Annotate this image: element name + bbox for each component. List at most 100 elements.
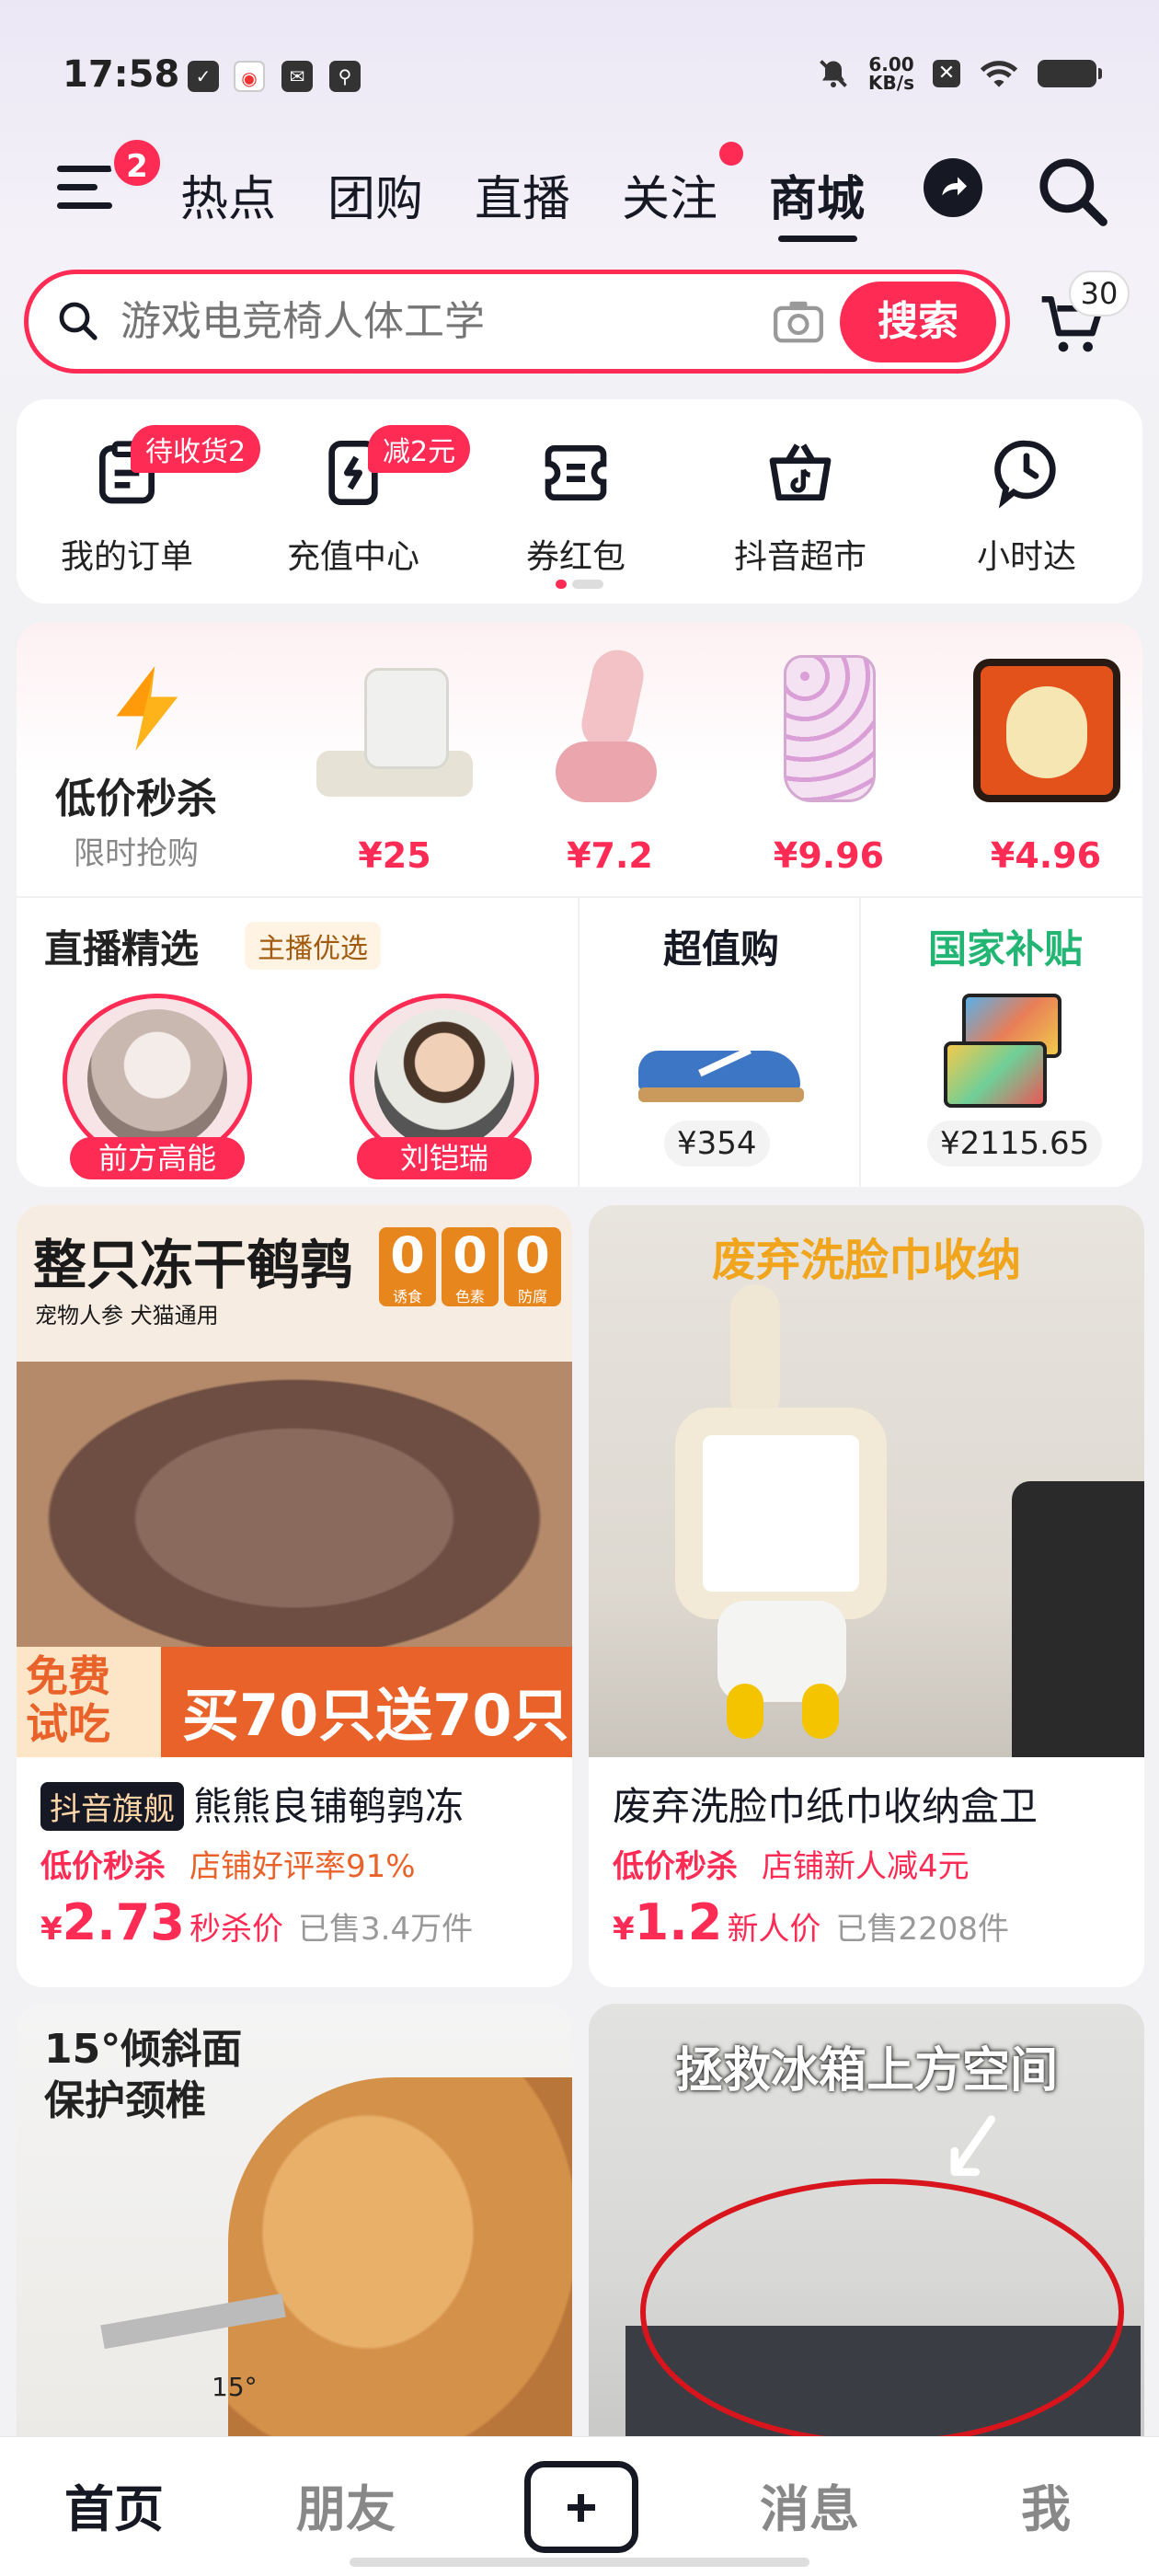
tab-hot[interactable]: 热点 bbox=[180, 160, 276, 229]
shortcut-label: 我的订单 bbox=[60, 538, 193, 576]
feeder-tank-shape bbox=[364, 668, 449, 769]
pillow-image bbox=[958, 650, 1133, 815]
shortcut-recharge[interactable]: 充值中心 减2元 bbox=[261, 425, 471, 578]
pet-feeder-image bbox=[307, 650, 482, 815]
shortcut-supermarket[interactable]: 抖音超市 bbox=[708, 436, 892, 578]
banner-line: 15°倾斜面 bbox=[44, 2026, 243, 2073]
search-button[interactable]: 搜索 bbox=[840, 282, 996, 362]
banner-title: 15°倾斜面 保护颈椎 bbox=[44, 2024, 242, 2127]
clock-icon bbox=[994, 440, 1056, 509]
flash-product[interactable]: ¥4.96 bbox=[949, 650, 1142, 898]
menu-line bbox=[57, 184, 98, 190]
live-anchor[interactable]: 前方高能 bbox=[63, 994, 252, 1183]
shortcut-label: 券红包 bbox=[525, 538, 625, 576]
status-bar: 17:58 ✓ ◉ ✉ ⚲ 6.00 KB/s ✕ bbox=[0, 0, 1159, 120]
anchor-name: 前方高能 bbox=[70, 1137, 245, 1179]
nav-me[interactable]: 我 bbox=[1021, 2468, 1071, 2541]
search-icon[interactable] bbox=[1034, 153, 1113, 232]
nav-friends[interactable]: 朋友 bbox=[296, 2468, 396, 2541]
flash-sale-subtitle: 限时抢购 bbox=[74, 835, 199, 872]
tab-follow[interactable]: 关注 bbox=[622, 160, 717, 229]
share-arrow-icon bbox=[942, 177, 967, 196]
tissue-box-shape bbox=[675, 1408, 887, 1619]
discount-badge: 减2元 bbox=[368, 425, 471, 473]
pillow-face-shape bbox=[1006, 686, 1087, 778]
supermarket-icon bbox=[769, 443, 832, 500]
page-indicator bbox=[556, 580, 603, 589]
price-label: 秒杀价 bbox=[189, 1911, 283, 1948]
live-anchor[interactable]: 刘铠瑞 bbox=[350, 994, 539, 1183]
flash-price: ¥7.2 bbox=[567, 835, 653, 876]
product-price: 2.73 bbox=[62, 1893, 185, 1951]
shortcut-label: 抖音超市 bbox=[733, 538, 866, 576]
flash-sale-tag: 低价秒杀 bbox=[40, 1848, 166, 1885]
tab-mall[interactable]: 商城 bbox=[769, 160, 865, 229]
product-price-row: ¥2.73 秒杀价 已售3.4万件 bbox=[17, 1886, 572, 1951]
value-deals-title[interactable]: 超值购 bbox=[651, 918, 791, 974]
anchor-photo bbox=[374, 1009, 514, 1149]
coupon-icon bbox=[545, 445, 607, 500]
tab-group-buy[interactable]: 团购 bbox=[327, 160, 423, 229]
flash-product[interactable]: ¥25 bbox=[298, 650, 491, 898]
home-indicator bbox=[350, 2558, 809, 2567]
national-subsidy-title[interactable]: 国家补贴 bbox=[900, 918, 1111, 974]
live-picks-tag: 主播优选 bbox=[245, 922, 381, 970]
sim-icon: ✓ bbox=[188, 61, 219, 92]
sneaker-image[interactable] bbox=[638, 1034, 804, 1108]
tab-live[interactable]: 直播 bbox=[475, 160, 570, 229]
promo-text: 买70只送70只 bbox=[182, 1682, 569, 1749]
zero-digit: 0 bbox=[390, 1226, 425, 1284]
currency: ¥ bbox=[613, 1911, 635, 1948]
product-tags: 低价秒杀 店铺新人减4元 bbox=[589, 1832, 1144, 1886]
live-picks-title[interactable]: 直播精选 bbox=[44, 918, 199, 974]
create-plus-button[interactable] bbox=[524, 2461, 638, 2553]
highlight-circle-shape bbox=[640, 2179, 1124, 2445]
hook-shape bbox=[730, 1284, 780, 1422]
flash-product[interactable]: ¥7.2 bbox=[513, 645, 706, 898]
flash-sale-card: 低价秒杀 限时抢购 ¥25 ¥7.2 ¥9.96 ¥4.96 直播精选 主播优选 bbox=[17, 622, 1142, 1187]
pending-delivery-badge: 待收货2 bbox=[131, 425, 261, 473]
bottom-nav: 首页 朋友 消息 我 bbox=[0, 2436, 1159, 2576]
nav-messages[interactable]: 消息 bbox=[760, 2468, 859, 2541]
product-price: 1.2 bbox=[634, 1893, 723, 1951]
shortcut-card: 我的订单 待收货2 充值中心 减2元 券红包 抖音超市 小时达 bbox=[17, 399, 1142, 604]
camera-icon[interactable] bbox=[772, 297, 825, 345]
product-card[interactable]: 整只冻干鹌鹑 宠物人参 犬猫通用 0 诱食 0 色素 0 防腐 免费 试吃 买70只送7… bbox=[17, 1205, 572, 1987]
product-image: 整只冻干鹌鹑 宠物人参 犬猫通用 0 诱食 0 色素 0 防腐 免费 试吃 买70只送7… bbox=[17, 1205, 572, 1757]
tablet-image[interactable] bbox=[944, 994, 1063, 1113]
anchor-photo bbox=[87, 1009, 227, 1149]
product-card[interactable]: 15°倾斜面 保护颈椎 15° bbox=[17, 2004, 572, 2445]
search-input[interactable] bbox=[120, 293, 764, 350]
faucet-shape bbox=[1012, 1481, 1144, 1757]
net-speed-unit: KB/s bbox=[868, 72, 914, 94]
menu-badge: 2 bbox=[110, 136, 164, 190]
product-card[interactable]: 拯救冰箱上方空间 bbox=[589, 2004, 1144, 2445]
banner-title: 整只冻干鹌鹑 bbox=[33, 1234, 354, 1296]
shortcut-my-orders[interactable]: 我的订单 待收货2 bbox=[35, 425, 261, 578]
zero-label: 防腐 bbox=[517, 1288, 547, 1305]
flash-price: ¥4.96 bbox=[990, 835, 1102, 876]
zero-badge: 0 防腐 bbox=[504, 1227, 561, 1306]
angle-label: 15° bbox=[212, 2372, 258, 2402]
zero-digit: 0 bbox=[453, 1226, 488, 1284]
flash-product[interactable]: ¥9.96 bbox=[732, 650, 925, 898]
product-card[interactable]: 废弃洗脸巾收纳 废弃洗脸巾纸巾收纳盒卫 低价秒杀 店铺新人减4元 ¥1.2 新人价… bbox=[589, 1205, 1144, 1987]
shortcut-label: 充值中心 bbox=[286, 538, 419, 576]
status-right: 6.00 KB/s ✕ bbox=[817, 55, 1102, 94]
zero-label: 色素 bbox=[454, 1288, 485, 1305]
nav-home[interactable]: 首页 bbox=[64, 2468, 164, 2541]
zero-label: 诱食 bbox=[392, 1288, 422, 1305]
divider bbox=[17, 896, 1142, 898]
shortcut-coupons[interactable]: 券红包 bbox=[484, 436, 668, 578]
indicator-dot-active bbox=[556, 580, 567, 589]
product-price-row: ¥1.2 新人价 已售2208件 bbox=[589, 1886, 1144, 1951]
menu-button[interactable] bbox=[57, 166, 116, 221]
shortcut-hourly-delivery[interactable]: 小时达 bbox=[935, 436, 1119, 578]
banner-title: 拯救冰箱上方空间 bbox=[674, 2043, 1058, 2099]
value-deal-price: ¥354 bbox=[664, 1121, 770, 1167]
zero-badge: 0 诱食 bbox=[379, 1227, 436, 1306]
sneaker-upper-shape bbox=[638, 1051, 800, 1091]
share-arrow-button[interactable] bbox=[924, 158, 982, 217]
usb-icon: ⚲ bbox=[329, 61, 361, 92]
flash-sale-title[interactable]: 低价秒杀 bbox=[55, 765, 217, 824]
